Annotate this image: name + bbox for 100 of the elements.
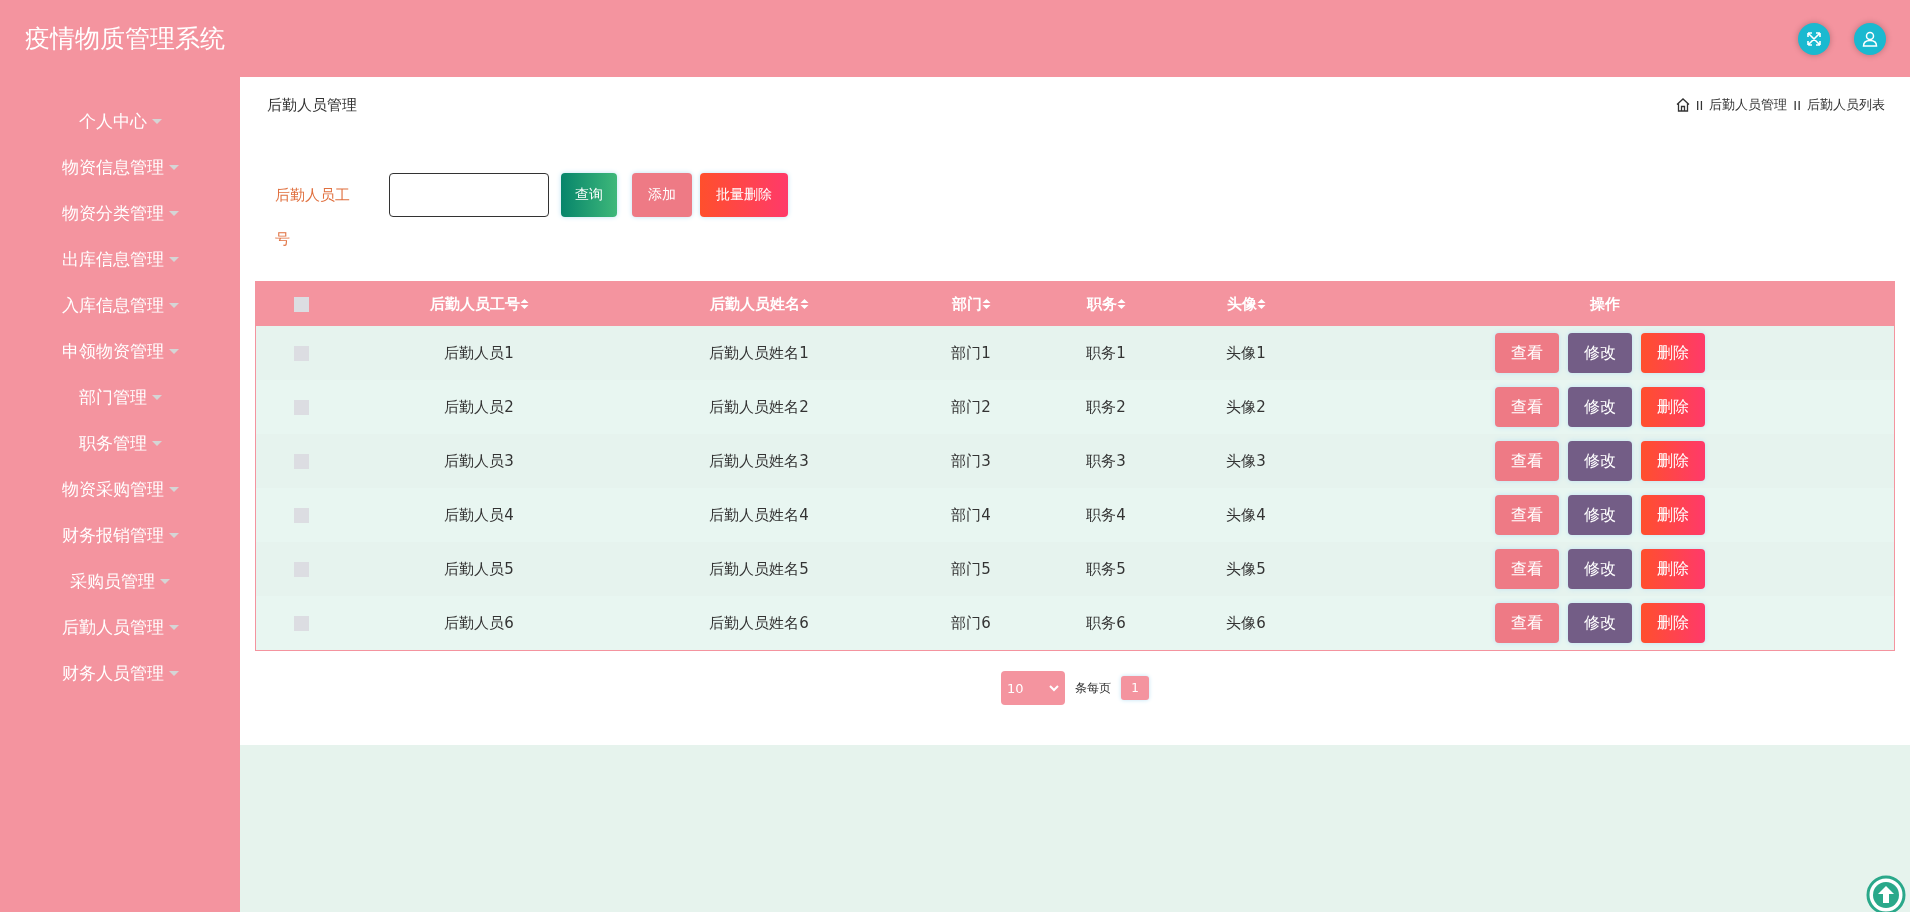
table-cell: 职务4	[1086, 505, 1126, 525]
user-icon[interactable]	[1854, 22, 1886, 55]
caret-icon	[168, 256, 179, 262]
add-button[interactable]: 添加	[632, 173, 692, 217]
sidebar-item[interactable]: 职务管理	[78, 431, 162, 455]
view-button[interactable]: 查看	[1495, 387, 1559, 427]
table-cell: 头像4	[1226, 505, 1266, 525]
sidebar-item[interactable]: 物资采购管理	[61, 477, 179, 501]
fullscreen-icon[interactable]	[1798, 22, 1830, 55]
table-cell: 职务3	[1086, 451, 1126, 471]
search-button[interactable]: 查询	[561, 173, 617, 217]
caret-icon	[168, 486, 179, 492]
caret-icon	[168, 164, 179, 170]
delete-button[interactable]: 删除	[1641, 441, 1705, 481]
table-cell: 职务6	[1086, 613, 1126, 633]
column-header[interactable]: 头像	[1226, 294, 1266, 314]
sidebar-item[interactable]: 入库信息管理	[61, 293, 179, 317]
sidebar-item[interactable]: 个人中心	[78, 109, 162, 133]
table-cell: 后勤人员4	[444, 505, 514, 525]
delete-button[interactable]: 删除	[1641, 495, 1705, 535]
sort-icon[interactable]	[1256, 298, 1266, 310]
sidebar-item[interactable]: 采购员管理	[70, 569, 170, 593]
table-cell: 部门5	[951, 559, 991, 579]
page-number[interactable]: 1	[1121, 676, 1149, 700]
sort-icon[interactable]	[981, 298, 991, 310]
sidebar-item[interactable]: 物资信息管理	[61, 155, 179, 179]
table-cell: 头像2	[1226, 397, 1266, 417]
column-header[interactable]: 职务	[1086, 294, 1126, 314]
column-header[interactable]: 部门	[951, 294, 991, 314]
edit-button[interactable]: 修改	[1568, 603, 1632, 643]
table-cell: 后勤人员3	[444, 451, 514, 471]
delete-button[interactable]: 删除	[1641, 549, 1705, 589]
table-cell: 职务5	[1086, 559, 1126, 579]
table-cell: 职务2	[1086, 397, 1126, 417]
sidebar-item[interactable]: 出库信息管理	[61, 247, 179, 271]
sidebar-item[interactable]: 部门管理	[78, 385, 162, 409]
view-button[interactable]: 查看	[1495, 603, 1559, 643]
view-button[interactable]: 查看	[1495, 495, 1559, 535]
sidebar-item[interactable]: 申领物资管理	[61, 339, 179, 363]
caret-icon	[168, 348, 179, 354]
breadcrumb-separator: II	[1793, 97, 1801, 113]
edit-button[interactable]: 修改	[1568, 441, 1632, 481]
breadcrumb-separator: II	[1695, 97, 1704, 113]
table-cell: 职务1	[1086, 343, 1126, 363]
edit-button[interactable]: 修改	[1568, 495, 1632, 535]
caret-icon	[168, 624, 179, 630]
table-cell: 头像3	[1226, 451, 1266, 471]
home-icon[interactable]	[1675, 98, 1690, 112]
caret-icon	[151, 394, 162, 400]
delete-button[interactable]: 删除	[1641, 603, 1705, 643]
table-cell: 后勤人员姓名4	[709, 505, 809, 525]
table-cell: 头像5	[1226, 559, 1266, 579]
caret-icon	[168, 670, 179, 676]
sidebar-item[interactable]: 财务报销管理	[61, 523, 179, 547]
caret-icon	[151, 440, 162, 446]
edit-button[interactable]: 修改	[1568, 387, 1632, 427]
view-button[interactable]: 查看	[1495, 549, 1559, 589]
delete-button[interactable]: 删除	[1641, 387, 1705, 427]
delete-button[interactable]: 删除	[1641, 333, 1705, 373]
table-cell: 部门2	[951, 397, 991, 417]
caret-icon	[168, 302, 179, 308]
column-header[interactable]: 后勤人员工号	[429, 294, 529, 314]
column-header[interactable]: 后勤人员姓名	[709, 294, 809, 314]
view-button[interactable]: 查看	[1495, 441, 1559, 481]
sort-icon[interactable]	[799, 298, 809, 310]
view-button[interactable]: 查看	[1495, 333, 1559, 373]
search-field[interactable]	[389, 173, 549, 217]
table-cell: 部门3	[951, 451, 991, 471]
sort-icon[interactable]	[519, 298, 529, 310]
page-title: 后勤人员管理	[267, 95, 358, 115]
page-size-select[interactable]: 10	[1001, 671, 1065, 705]
search-label: 后勤人员工号	[275, 185, 351, 250]
table-cell: 后勤人员姓名2	[709, 397, 809, 417]
table-cell: 后勤人员姓名3	[709, 451, 809, 471]
table-cell: 部门4	[951, 505, 991, 525]
sidebar-item[interactable]: 物资分类管理	[61, 201, 179, 225]
app-title: 疫情物质管理系统	[25, 23, 226, 55]
select-all-checkbox[interactable]	[293, 296, 309, 312]
table-cell: 后勤人员姓名5	[709, 559, 809, 579]
table-cell: 头像1	[1226, 343, 1266, 363]
table-cell: 后勤人员5	[444, 559, 514, 579]
table-cell: 后勤人员2	[444, 397, 514, 417]
edit-button[interactable]: 修改	[1568, 549, 1632, 589]
back-to-top-icon[interactable]	[1865, 874, 1907, 912]
breadcrumb-item[interactable]: 后勤人员管理	[1709, 96, 1788, 114]
edit-button[interactable]: 修改	[1568, 333, 1632, 373]
row-checkbox[interactable]	[293, 507, 309, 523]
sidebar-item[interactable]: 财务人员管理	[61, 661, 179, 685]
sidebar-item[interactable]: 后勤人员管理	[61, 615, 179, 639]
chevron-icon	[1049, 684, 1059, 692]
caret-icon	[168, 532, 179, 538]
sort-icon[interactable]	[1116, 298, 1126, 310]
table-cell: 部门6	[951, 613, 991, 633]
table-cell: 后勤人员1	[444, 343, 514, 363]
row-checkbox[interactable]	[293, 399, 309, 415]
table-cell: 部门1	[951, 343, 991, 363]
row-checkbox[interactable]	[293, 615, 309, 631]
batch-delete-button[interactable]: 批量删除	[700, 173, 788, 217]
page-size-label: 条每页	[1075, 679, 1111, 697]
breadcrumb-item: 后勤人员列表	[1807, 96, 1885, 114]
